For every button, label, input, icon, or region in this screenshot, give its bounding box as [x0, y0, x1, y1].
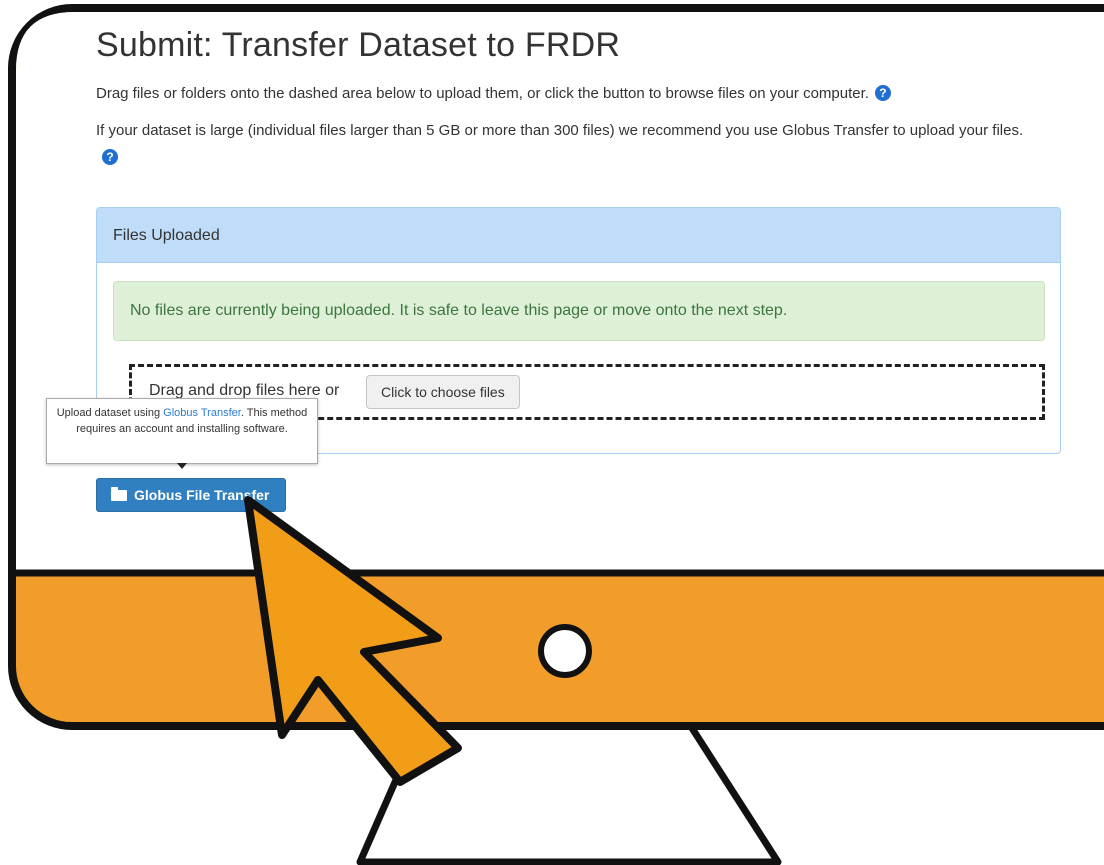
help-icon[interactable]: ? — [874, 85, 891, 101]
upload-status-alert: No files are currently being uploaded. I… — [113, 281, 1045, 341]
monitor-stand — [356, 721, 782, 865]
web-page-screen: Submit: Transfer Dataset to FRDR Drag fi… — [24, 12, 1090, 572]
help-icon[interactable]: ? — [102, 149, 118, 165]
globus-transfer-link[interactable]: Globus Transfer — [163, 407, 241, 419]
large-dataset-note-content: If your dataset is large (individual fil… — [96, 122, 1024, 139]
choose-files-button[interactable]: Click to choose files — [366, 375, 520, 409]
large-dataset-note: If your dataset is large (individual fil… — [96, 117, 1036, 171]
monitor-power-button — [538, 624, 592, 678]
globus-button-label: Globus File Transfer — [134, 487, 270, 503]
folder-open-icon — [111, 487, 127, 501]
intro-text-content: Drag files or folders onto the dashed ar… — [96, 85, 869, 102]
globus-tooltip: Upload dataset using Globus Transfer. Th… — [46, 398, 318, 469]
tooltip-arrow — [177, 463, 187, 469]
page-title: Submit: Transfer Dataset to FRDR — [96, 26, 621, 64]
panel-heading: Files Uploaded — [97, 208, 1060, 263]
intro-text: Drag files or folders onto the dashed ar… — [96, 80, 1036, 107]
globus-file-transfer-button[interactable]: Globus File Transfer — [96, 478, 286, 512]
tooltip-text-before: Upload dataset using — [56, 407, 164, 419]
